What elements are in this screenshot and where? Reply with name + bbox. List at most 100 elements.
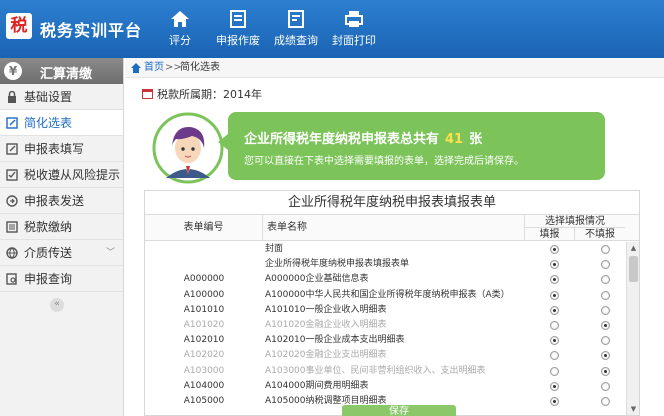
home-icon <box>171 11 189 27</box>
nav-print-button[interactable]: 封面打印 <box>330 10 378 48</box>
form-name: A104000期间费用明细表 <box>265 380 369 391</box>
panel-title: 企业所得税年度纳税申报表填报表单 <box>145 191 639 215</box>
app-title: 税务实训平台 <box>40 21 143 40</box>
banner-headline: 企业所得税年度纳税申报表总共有 41 张 <box>244 128 482 147</box>
sidebar-item-risk-hint[interactable]: 税收遵从风险提示 <box>0 162 123 188</box>
sidebar-item-tax-payment[interactable]: 税款缴纳 <box>0 214 123 240</box>
calendar-icon <box>142 89 153 99</box>
fill-radio[interactable] <box>550 275 559 285</box>
form-code: A103000 <box>183 365 225 376</box>
fill-radio[interactable] <box>550 396 559 406</box>
table-scrollbar[interactable]: ▲ ▼ <box>626 242 639 415</box>
lock-icon <box>8 91 16 103</box>
no-fill-radio[interactable] <box>601 260 610 270</box>
form-code: A100000 <box>183 289 225 300</box>
sidebar-item-label: 简化选表 <box>24 116 73 130</box>
fill-radio[interactable] <box>550 320 559 330</box>
breadcrumb: 首页 >> 简化选表 <box>125 58 664 78</box>
no-fill-radio[interactable] <box>601 245 610 254</box>
sidebar-item-label: 税收遵从风险提示 <box>24 168 121 182</box>
breadcrumb-current: 简化选表 <box>180 62 220 73</box>
no-fill-radio[interactable] <box>601 396 610 406</box>
no-fill-radio[interactable] <box>601 320 610 330</box>
chevron-down-icon: ﹀ <box>105 248 115 258</box>
collapse-sidebar-button[interactable]: « <box>50 298 64 312</box>
nav-grades-button[interactable]: 成绩查询 <box>272 10 320 48</box>
fill-radio[interactable] <box>550 336 559 346</box>
form-count-banner: 企业所得税年度纳税申报表总共有 41 张 您可以直接在下表中选择需要填报的表单，选择… <box>218 112 605 180</box>
sidebar-item-send-form[interactable]: 申报表发送 <box>0 188 123 214</box>
nav-score-label: 评分 <box>169 34 191 47</box>
no-fill-radio[interactable] <box>601 290 610 300</box>
edit-icon <box>6 117 18 129</box>
fill-radio[interactable] <box>550 305 559 315</box>
edit-icon <box>6 143 18 155</box>
fill-radio[interactable] <box>550 366 559 376</box>
banner-hint: 您可以直接在下表中选择需要填报的表单，选择完成后请保存。 <box>244 156 524 167</box>
fill-radio[interactable] <box>550 351 559 361</box>
top-bar: 税 税务实训平台 评分 申报作废 成绩查询 封面打印 <box>0 0 664 58</box>
app-logo: 税 <box>6 13 32 39</box>
search-icon <box>6 273 17 285</box>
fill-radio[interactable] <box>550 260 559 270</box>
banner-suffix: 张 <box>469 132 483 147</box>
fill-radio[interactable] <box>550 245 559 254</box>
scroll-up-icon[interactable]: ▲ <box>629 244 638 253</box>
form-name: 企业所得税年度纳税申报表填报表单 <box>265 259 410 270</box>
nav-void-label: 申报作废 <box>216 34 260 47</box>
nav-print-label: 封面打印 <box>332 34 376 47</box>
no-fill-radio[interactable] <box>601 381 610 391</box>
scroll-down-icon[interactable]: ▼ <box>629 405 638 414</box>
sidebar-item-label: 税款缴纳 <box>24 220 73 234</box>
checklist-icon <box>6 169 18 181</box>
assistant-avatar <box>152 112 224 184</box>
no-fill-radio[interactable] <box>601 336 610 346</box>
sidebar-item-simplified-select[interactable]: 简化选表 <box>0 110 123 136</box>
breadcrumb-home-link[interactable]: 首页 <box>144 58 164 78</box>
form-name: A103000事业单位、民间非营利组织收入、支出明细表 <box>265 365 486 376</box>
document-search-icon <box>288 10 304 28</box>
form-name: A000000企业基础信息表 <box>265 274 369 285</box>
nav-void-button[interactable]: 申报作废 <box>214 10 262 48</box>
save-button[interactable]: 保存 <box>342 405 456 416</box>
form-name: 封面 <box>265 244 284 254</box>
table-row: 封面 <box>145 242 625 257</box>
fill-radio[interactable] <box>550 381 559 391</box>
top-nav: 评分 申报作废 成绩查询 封面打印 <box>156 10 388 48</box>
globe-icon <box>6 247 18 259</box>
no-fill-radio[interactable] <box>601 275 610 285</box>
header-fill: 填报 <box>525 228 575 241</box>
form-code: A104000 <box>183 380 225 391</box>
form-code: A101010 <box>183 304 225 315</box>
sidebar-item-label: 申报表填写 <box>24 142 85 156</box>
table-row: A103000 A103000事业单位、民间非营利组织收入、支出明细表 <box>145 364 625 379</box>
sidebar-item-media-transfer[interactable]: 介质传送 ﹀ <box>0 240 123 266</box>
sidebar-item-form-filling[interactable]: 申报表填写 <box>0 136 123 162</box>
sidebar-header-title: 汇算清缴 <box>40 67 93 82</box>
no-fill-radio[interactable] <box>601 351 610 361</box>
yen-icon: ¥ <box>4 62 22 80</box>
no-fill-radio[interactable] <box>601 366 610 376</box>
form-code: A101020 <box>183 319 225 330</box>
sidebar-item-query[interactable]: 申报查询 <box>0 266 123 292</box>
no-fill-radio[interactable] <box>601 305 610 315</box>
nav-grades-label: 成绩查询 <box>274 34 318 47</box>
sidebar-header: ¥ 汇算清缴 <box>0 58 123 84</box>
table-row: A102010 A102010一般企业成本支出明细表 <box>145 333 625 348</box>
header-code: 表单编号 <box>145 215 263 241</box>
sidebar: ¥ 汇算清缴 基础设置 简化选表 申报表填写 税收遵从风险提示 申报表发送 税款… <box>0 58 124 416</box>
sidebar-item-basic-settings[interactable]: 基础设置 <box>0 84 123 110</box>
header-select: 选择填报情况 <box>525 215 625 228</box>
table-header: 表单编号 表单名称 选择填报情况 填报 不填报 <box>145 215 639 241</box>
nav-score-button[interactable]: 评分 <box>156 10 204 48</box>
scroll-thumb[interactable] <box>629 256 638 282</box>
table-row: A100000 A100000中华人民共和国企业所得税年度纳税申报表（A类） <box>145 288 625 303</box>
form-count: 41 <box>445 132 464 147</box>
tax-period-label: 税款所属期：2014年 <box>157 88 262 101</box>
table-row: A102020 A102020金融企业支出明细表 <box>145 348 625 363</box>
fill-radio[interactable] <box>550 290 559 300</box>
form-name: A102020金融企业支出明细表 <box>265 350 387 361</box>
form-code: A102010 <box>183 335 225 346</box>
table-body: 封面 企业所得税年度纳税申报表填报表单 A000000 A000000企业基础信息表 A… <box>145 242 625 409</box>
form-code: A105000 <box>183 395 225 406</box>
